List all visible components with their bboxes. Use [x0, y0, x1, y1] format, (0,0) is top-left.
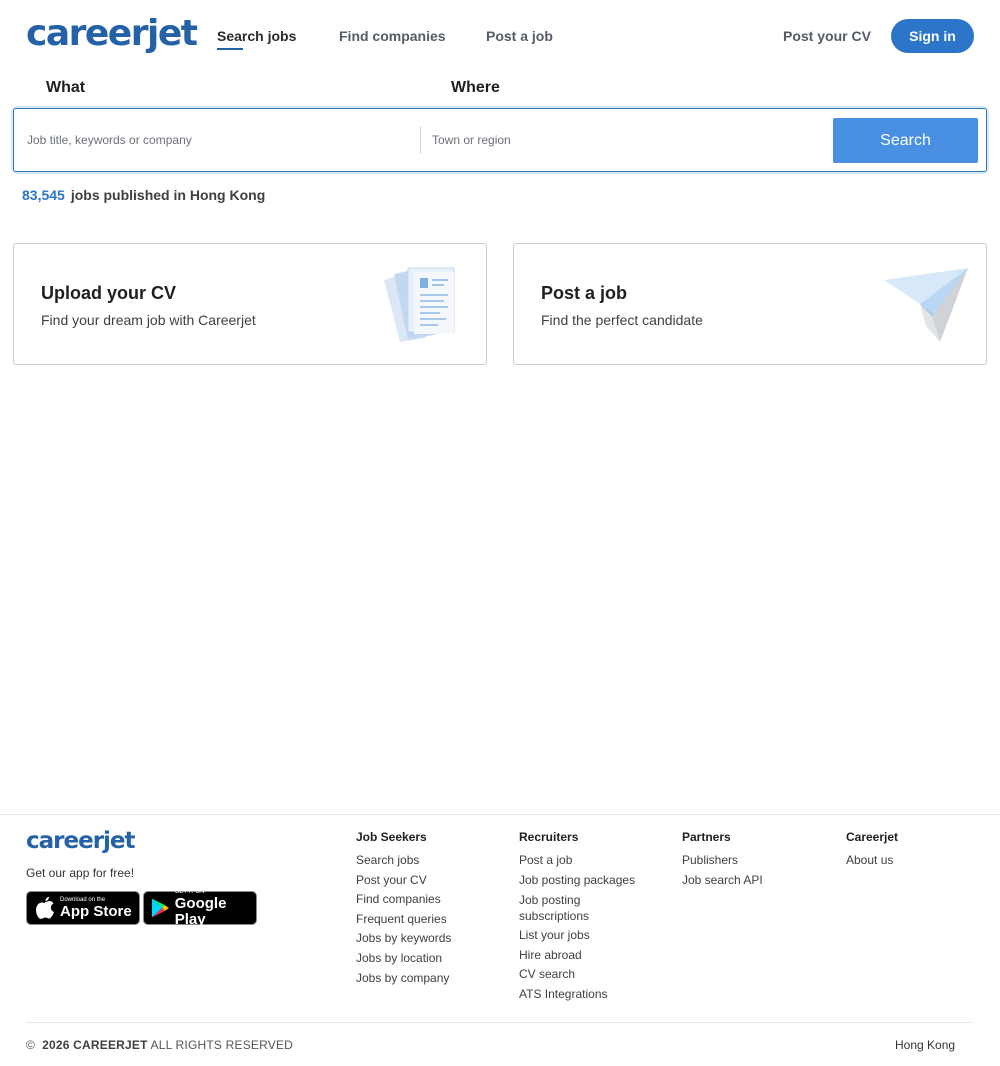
search-button[interactable]: Search — [833, 118, 978, 163]
search-divider — [420, 126, 421, 154]
search-bar: Search — [13, 108, 987, 172]
cv-document-icon — [384, 267, 455, 342]
footer-divider — [26, 1022, 972, 1023]
nav-post-a-job[interactable]: Post a job — [486, 27, 553, 45]
apple-icon — [36, 897, 54, 919]
footer-col-recruiters: Recruiters Post a job Job posting packag… — [519, 829, 635, 1005]
where-label: Where — [451, 79, 500, 96]
app-store-badge[interactable]: Download on the App Store — [26, 891, 140, 925]
what-input[interactable] — [27, 123, 407, 157]
footer-link-jobs-by-keywords[interactable]: Jobs by keywords — [356, 929, 451, 949]
card-subtitle: Find your dream job with Careerjet — [41, 312, 256, 328]
footer-link-hire-abroad[interactable]: Hire abroad — [519, 946, 635, 966]
footer-link-posting-subscriptions[interactable]: Job posting subscriptions — [519, 892, 619, 924]
footer-link-search-jobs[interactable]: Search jobs — [356, 851, 451, 871]
card-title: Upload your CV — [41, 283, 177, 303]
post-job-card[interactable]: Post a job Find the perfect candidate — [513, 243, 987, 365]
copyright: © 2026 CAREERJET ALL RIGHTS RESERVED — [26, 1037, 293, 1053]
jobs-count: 83,545 jobs published in Hong Kong — [22, 186, 265, 204]
jobs-count-number[interactable]: 83,545 — [22, 187, 65, 203]
google-play-badge[interactable]: GET IT ON Google Play — [143, 889, 257, 928]
site-footer: careerjet Get our app for free! Download… — [0, 814, 1000, 1066]
upload-cv-card[interactable]: Upload your CV Find your dream job with … — [13, 243, 487, 365]
footer-link-jobs-by-company[interactable]: Jobs by company — [356, 969, 451, 989]
site-header: careerjet Search jobs Find companies Pos… — [0, 0, 1000, 72]
footer-col-title: Job Seekers — [356, 830, 427, 844]
nav-find-companies[interactable]: Find companies — [339, 27, 446, 45]
copyright-year-brand: 2026 CAREERJET — [42, 1038, 148, 1052]
google-play-icon — [151, 898, 169, 918]
footer-col-title: Careerjet — [846, 830, 899, 844]
sign-in-button[interactable]: Sign in — [891, 19, 974, 53]
app-store-big-text: App Store — [60, 902, 132, 920]
footer-col-careerjet: Careerjet About us — [846, 829, 898, 871]
google-play-big-text: Google Play — [174, 894, 227, 928]
footer-link-posting-packages[interactable]: Job posting packages — [519, 871, 635, 891]
copyright-symbol: © — [26, 1038, 36, 1052]
country-selector[interactable]: Hong Kong — [895, 1037, 955, 1053]
footer-link-frequent-queries[interactable]: Frequent queries — [356, 910, 451, 930]
footer-col-title: Recruiters — [519, 830, 579, 844]
post-your-cv-link[interactable]: Post your CV — [783, 27, 871, 45]
jobs-count-text: jobs published in Hong Kong — [70, 187, 266, 203]
app-promo-text: Get our app for free! — [26, 866, 135, 880]
card-subtitle: Find the perfect candidate — [541, 312, 703, 328]
footer-link-jobs-by-location[interactable]: Jobs by location — [356, 949, 451, 969]
footer-link-about-us[interactable]: About us — [846, 851, 898, 871]
card-title: Post a job — [541, 283, 628, 303]
footer-col-job-seekers: Job Seekers Search jobs Post your CV Fin… — [356, 829, 451, 988]
what-label: What — [46, 79, 86, 96]
footer-link-post-job[interactable]: Post a job — [519, 851, 635, 871]
footer-link-cv-search[interactable]: CV search — [519, 965, 635, 985]
paper-plane-icon — [884, 268, 968, 342]
footer-link-ats-integrations[interactable]: ATS Integrations — [519, 985, 635, 1005]
careerjet-logo[interactable]: careerjet — [26, 12, 198, 56]
footer-logo[interactable]: careerjet — [26, 827, 136, 855]
where-input[interactable] — [432, 123, 822, 157]
footer-link-publishers[interactable]: Publishers — [682, 851, 763, 871]
footer-link-find-companies[interactable]: Find companies — [356, 890, 451, 910]
footer-link-job-search-api[interactable]: Job search API — [682, 871, 763, 891]
nav-search-jobs[interactable]: Search jobs — [217, 27, 296, 50]
footer-link-post-cv[interactable]: Post your CV — [356, 871, 451, 891]
footer-col-title: Partners — [682, 830, 731, 844]
footer-col-partners: Partners Publishers Job search API — [682, 829, 763, 890]
copyright-rest: ALL RIGHTS RESERVED — [150, 1038, 294, 1052]
footer-link-list-jobs[interactable]: List your jobs — [519, 926, 635, 946]
